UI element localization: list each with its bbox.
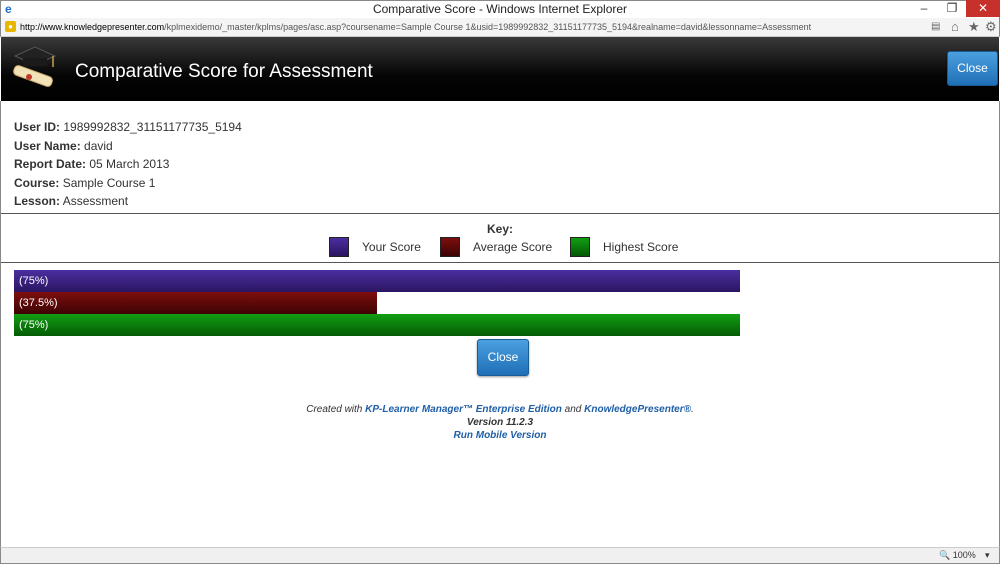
average-score-key-label: Average Score	[473, 240, 553, 254]
user-id-value: 1989992832_31151177735_5194	[63, 120, 242, 134]
tools-gear-icon[interactable]: ⚙	[985, 19, 997, 35]
status-bar: 🔍 100% ▾	[0, 547, 1000, 564]
your-score-swatch	[329, 237, 349, 257]
home-icon[interactable]: ⌂	[951, 19, 959, 34]
version-text: Version 11.2.3	[466, 417, 534, 428]
period-text: .	[690, 404, 694, 415]
compatibility-view-icon[interactable]: ▤	[931, 21, 940, 32]
product-link[interactable]: KP-Learner Manager™ Enterprise Edition	[365, 404, 562, 415]
user-name-row: User Name: david	[14, 137, 242, 156]
and-text: and	[564, 404, 582, 415]
address-bar[interactable]: ● http://www.knowledgepresenter.com/kplm…	[0, 18, 1000, 37]
course-label: Course:	[14, 175, 60, 190]
divider	[1, 213, 999, 214]
report-date-label: Report Date:	[14, 157, 87, 171]
zoom-dropdown-icon[interactable]: ▾	[985, 550, 990, 561]
course-value: Sample Course 1	[62, 175, 156, 190]
user-info: User ID: 1989992832_31151177735_5194 Use…	[14, 118, 242, 211]
url-text[interactable]: http://www.knowledgepresenter.com/kplmex…	[20, 22, 811, 32]
browser-title-bar: e Comparative Score - Windows Internet E…	[0, 0, 1000, 18]
highest-score-key-label: Highest Score	[603, 240, 679, 254]
report-date-value: 05 March 2013	[89, 157, 170, 171]
user-id-label: User ID:	[14, 120, 61, 134]
url-host: http://www.knowledgepresenter.com	[20, 22, 165, 32]
favorites-star-icon[interactable]: ★	[968, 19, 980, 35]
lesson-label: Lesson:	[14, 194, 61, 208]
your-score-bar: (75%)	[14, 270, 740, 292]
header-close-button[interactable]: Close	[947, 51, 998, 86]
url-path: /kplmexidemo/_master/kplms/pages/asc.asp…	[164, 22, 812, 32]
site-favicon-icon: ●	[5, 21, 16, 32]
key-title: Key:	[486, 222, 513, 236]
lesson-value: Assessment	[62, 194, 129, 208]
highest-score-bar: (75%)	[14, 314, 740, 336]
average-score-bar: (37.5%)	[14, 292, 377, 314]
average-score-swatch	[440, 237, 460, 257]
user-id-row: User ID: 1989992832_31151177735_5194	[14, 118, 242, 137]
run-mobile-version-link[interactable]: Run Mobile Version	[454, 430, 547, 441]
your-score-key-label: Your Score	[362, 240, 421, 254]
graduation-cap-diploma-icon	[13, 46, 57, 87]
divider	[1, 262, 999, 263]
close-button[interactable]: Close	[477, 339, 529, 376]
zoom-value: 100%	[952, 550, 976, 560]
zoom-level[interactable]: 🔍 100%	[939, 550, 976, 561]
minimize-button[interactable]: –	[910, 0, 938, 17]
page-title: Comparative Score for Assessment	[75, 61, 373, 82]
user-name-value: david	[84, 138, 113, 153]
app-header: Comparative Score for Assessment	[1, 37, 999, 101]
window-close-button[interactable]: ✕	[966, 0, 1000, 17]
course-row: Course: Sample Course 1	[14, 174, 242, 193]
highest-score-swatch	[570, 237, 590, 257]
restore-button[interactable]: ❐	[938, 0, 966, 17]
lesson-row: Lesson: Assessment	[14, 192, 242, 211]
user-name-label: User Name:	[14, 138, 81, 153]
footer-credits: Created with KP-Learner Manager™ Enterpr…	[0, 404, 1000, 415]
knowledgepresenter-link[interactable]: KnowledgePresenter®	[584, 404, 691, 415]
window-title: Comparative Score - Windows Internet Exp…	[372, 2, 628, 16]
report-date-row: Report Date: 05 March 2013	[14, 155, 242, 174]
created-with-text: Created with	[306, 404, 363, 415]
footer-mobile: Run Mobile Version	[0, 430, 1000, 441]
